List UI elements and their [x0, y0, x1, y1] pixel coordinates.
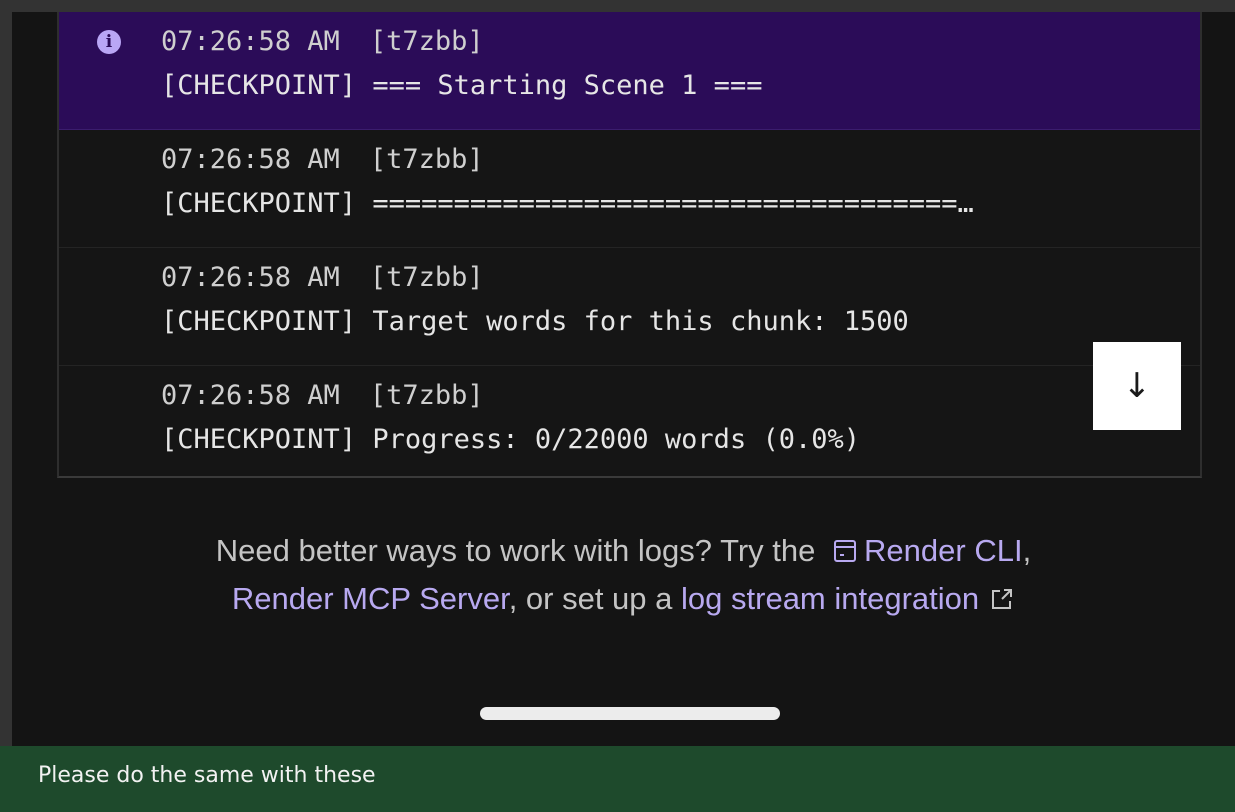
arrow-down-icon: ↓: [1122, 366, 1152, 406]
terminal-icon: [834, 540, 857, 562]
log-timestamp: 07:26:58 AM: [161, 26, 340, 57]
log-message: [CHECKPOINT] Progress: 0/22000 words (0.…: [161, 424, 860, 455]
log-entry-2[interactable]: 07:26:58 AM [t7zbb] [CHECKPOINT] ========…: [59, 130, 1200, 248]
phone-screen: i 07:26:58 AM [t7zbb] [CHECKPOINT] === St…: [12, 12, 1235, 746]
log-timestamp: 07:26:58 AM: [161, 380, 340, 411]
external-link-icon: [992, 589, 1013, 609]
log-meta: 07:26:58 AM [t7zbb]: [161, 140, 484, 180]
log-stream-label: log stream integration: [681, 581, 980, 616]
info-icon: i: [97, 30, 121, 54]
log-entry-3[interactable]: 07:26:58 AM [t7zbb] [CHECKPOINT] Target w…: [59, 248, 1200, 366]
render-cli-label: Render CLI: [864, 533, 1023, 568]
log-timestamp: 07:26:58 AM: [161, 262, 340, 293]
promo-line-1: Need better ways to work with logs? Try …: [12, 527, 1235, 575]
render-mcp-link[interactable]: Render MCP Server: [232, 581, 509, 616]
log-message: [CHECKPOINT] ===========================…: [161, 188, 974, 219]
home-indicator[interactable]: [480, 707, 780, 720]
scroll-to-bottom-button[interactable]: ↓: [1093, 342, 1181, 430]
log-panel[interactable]: i 07:26:58 AM [t7zbb] [CHECKPOINT] === St…: [57, 12, 1202, 478]
promo-text: , or set up a: [508, 581, 673, 616]
log-meta: 07:26:58 AM [t7zbb]: [161, 22, 484, 62]
promo-comma: ,: [1022, 533, 1032, 568]
log-source: [t7zbb]: [369, 380, 484, 411]
message-caption: Please do the same with these: [0, 746, 1235, 812]
log-entry-4[interactable]: 07:26:58 AM [t7zbb] [CHECKPOINT] Progress…: [59, 366, 1200, 476]
log-message: [CHECKPOINT] Target words for this chunk…: [161, 306, 909, 337]
log-source: [t7zbb]: [369, 262, 484, 293]
screenshot-frame: i 07:26:58 AM [t7zbb] [CHECKPOINT] === St…: [0, 0, 1235, 812]
promo-line-2: Render MCP Server, or set up a log strea…: [12, 575, 1235, 623]
log-source: [t7zbb]: [369, 144, 484, 175]
log-message: [CHECKPOINT] === Starting Scene 1 ===: [161, 70, 763, 101]
log-source: [t7zbb]: [369, 26, 484, 57]
log-entry-1[interactable]: i 07:26:58 AM [t7zbb] [CHECKPOINT] === St…: [59, 12, 1200, 130]
promo-text: Need better ways to work with logs? Try …: [215, 533, 816, 568]
log-meta: 07:26:58 AM [t7zbb]: [161, 258, 484, 298]
log-meta: 07:26:58 AM [t7zbb]: [161, 376, 484, 416]
log-timestamp: 07:26:58 AM: [161, 144, 340, 175]
logs-promo: Need better ways to work with logs? Try …: [12, 527, 1235, 623]
render-cli-link[interactable]: Render CLI: [824, 533, 1023, 568]
log-stream-link[interactable]: log stream integration: [681, 581, 1015, 616]
